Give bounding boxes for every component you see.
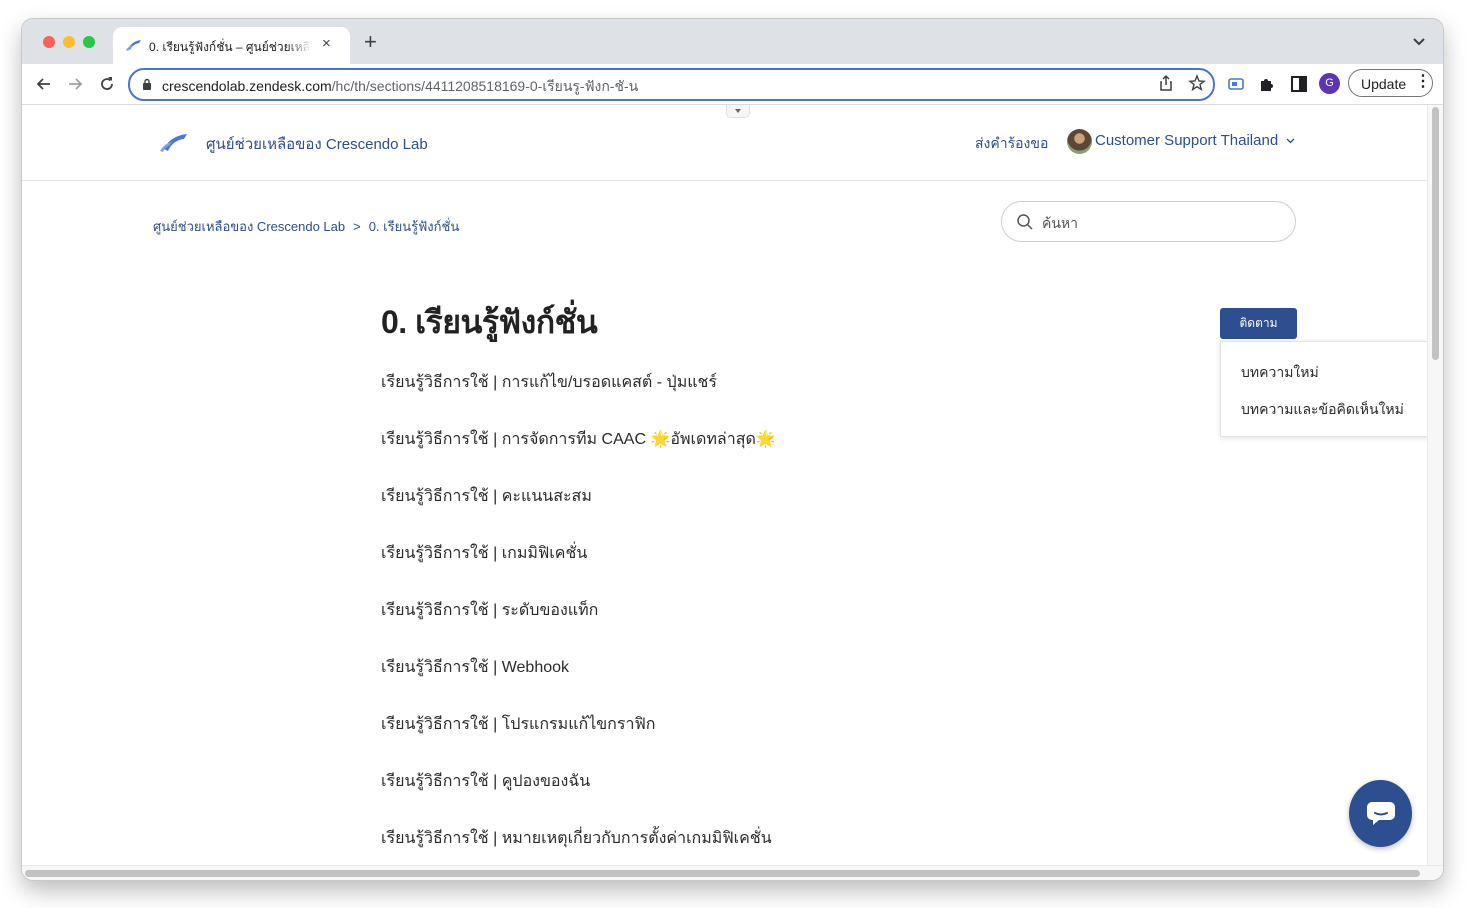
zoom-window-button[interactable] xyxy=(83,36,95,48)
article-link[interactable]: เรียนรู้วิธีการใช้ | คะแนนสะสม xyxy=(381,484,592,509)
article-link[interactable]: เรียนรู้วิธีการใช้ | เกมมิฟิเคชั่น xyxy=(381,541,587,566)
follow-dropdown-menu: บทความใหม่ บทความและข้อคิดเห็นใหม่ xyxy=(1220,341,1427,437)
url-host: crescendolab.zendesk.com xyxy=(162,78,332,94)
follow-option-articles-and-comments[interactable]: บทความและข้อคิดเห็นใหม่ xyxy=(1241,399,1404,421)
vertical-scrollbar[interactable] xyxy=(1427,105,1443,865)
url-path: /hc/th/sections/4411208518169-0-เรียนรู-… xyxy=(331,78,639,94)
breadcrumb-separator: > xyxy=(353,219,361,234)
breadcrumb-item-home[interactable]: ศูนย์ช่วยเหลือของ Crescendo Lab xyxy=(153,219,345,234)
submit-request-link[interactable]: ส่งคำร้องขอ xyxy=(975,133,1048,155)
article-link[interactable]: เรียนรู้วิธีการใช้ | คูปองของฉัน xyxy=(381,769,590,794)
browser-toolbar: crescendolab.zendesk.com/hc/th/sections/… xyxy=(22,64,1443,105)
chevron-down-icon[interactable] xyxy=(1286,138,1295,144)
lock-icon[interactable] xyxy=(142,78,152,90)
browser-tab-active[interactable]: 0. เรียนรู้ฟังก์ชั่น – ศูนย์ช่วยเหลือของ… xyxy=(113,27,350,64)
vertical-scroll-thumb[interactable] xyxy=(1432,107,1439,360)
horizontal-scrollbar[interactable] xyxy=(22,865,1443,880)
drawer-pull-tab[interactable] xyxy=(726,105,750,118)
article-link[interactable]: เรียนรู้วิธีการใช้ | ระดับของแท็ก xyxy=(381,598,598,623)
chat-bubble-icon xyxy=(1367,802,1395,825)
chat-widget-button[interactable] xyxy=(1349,780,1412,847)
browser-window: 0. เรียนรู้ฟังก์ชั่น – ศูนย์ช่วยเหลือของ… xyxy=(22,19,1443,880)
follow-option-new-articles[interactable]: บทความใหม่ xyxy=(1241,362,1319,384)
update-button[interactable]: Update ⋮ xyxy=(1348,69,1433,97)
crescendo-logo-icon[interactable] xyxy=(160,132,188,152)
reload-icon[interactable] xyxy=(97,74,117,94)
search-input[interactable] xyxy=(1040,211,1284,235)
kebab-menu-icon[interactable]: ⋮ xyxy=(1415,73,1431,91)
site-header: ศูนย์ช่วยเหลือของ Crescendo Lab ส่งคำร้อ… xyxy=(22,105,1427,181)
extension-icon[interactable] xyxy=(1226,74,1246,94)
section-title: 0. เรียนรู้ฟังก์ชั่น xyxy=(381,304,598,340)
article-link[interactable]: เรียนรู้วิธีการใช้ | การแก้ไข/บรอดแคสต์ … xyxy=(381,370,717,395)
user-menu-name[interactable]: Customer Support Thailand xyxy=(1095,132,1278,149)
article-link[interactable]: เรียนรู้วิธีการใช้ | หมายเหตุเกี่ยวกับกา… xyxy=(381,826,772,851)
tab-search-chevron-icon[interactable] xyxy=(1412,36,1426,46)
bookmark-star-icon[interactable] xyxy=(1188,74,1206,92)
follow-button[interactable]: ติดตาม xyxy=(1220,308,1297,339)
side-panel-icon[interactable] xyxy=(1289,74,1309,94)
back-icon[interactable] xyxy=(34,74,54,94)
breadcrumb-item-section[interactable]: 0. เรียนรู้ฟังก์ชั่น xyxy=(369,219,460,234)
profile-avatar[interactable]: G xyxy=(1319,73,1340,94)
search-icon xyxy=(1017,214,1033,230)
tab-title: 0. เรียนรู้ฟังก์ชั่น – ศูนย์ช่วยเหลือของ… xyxy=(149,40,311,54)
crescendo-favicon-icon xyxy=(126,40,141,51)
minimize-window-button[interactable] xyxy=(63,36,75,48)
tab-strip: 0. เรียนรู้ฟังก์ชั่น – ศูนย์ช่วยเหลือของ… xyxy=(22,19,1443,64)
url-text[interactable]: crescendolab.zendesk.com/hc/th/sections/… xyxy=(162,76,638,98)
update-button-label: Update xyxy=(1361,76,1407,92)
new-tab-button[interactable]: + xyxy=(364,31,377,53)
puzzle-icon[interactable] xyxy=(1257,74,1277,94)
share-icon[interactable] xyxy=(1157,74,1175,92)
close-window-button[interactable] xyxy=(43,36,55,48)
horizontal-scroll-thumb[interactable] xyxy=(25,870,1420,877)
brand-name-link[interactable]: ศูนย์ช่วยเหลือของ Crescendo Lab xyxy=(206,132,428,156)
breadcrumb: ศูนย์ช่วยเหลือของ Crescendo Lab >0. เรียน… xyxy=(153,216,459,237)
forward-icon[interactable] xyxy=(65,74,85,94)
tab-close-icon[interactable]: × xyxy=(322,36,331,52)
article-link[interactable]: เรียนรู้วิธีการใช้ | Webhook xyxy=(381,655,569,680)
web-page: ศูนย์ช่วยเหลือของ Crescendo Lab ส่งคำร้อ… xyxy=(22,105,1427,865)
address-bar[interactable]: crescendolab.zendesk.com/hc/th/sections/… xyxy=(128,68,1215,101)
article-link[interactable]: เรียนรู้วิธีการใช้ | โปรแกรมแก้ไขกราฟิก xyxy=(381,712,655,737)
article-link[interactable]: เรียนรู้วิธีการใช้ | การจัดการทีม CAAC 🌟… xyxy=(381,427,776,452)
search-box[interactable] xyxy=(1001,201,1296,242)
user-avatar[interactable] xyxy=(1067,129,1092,154)
